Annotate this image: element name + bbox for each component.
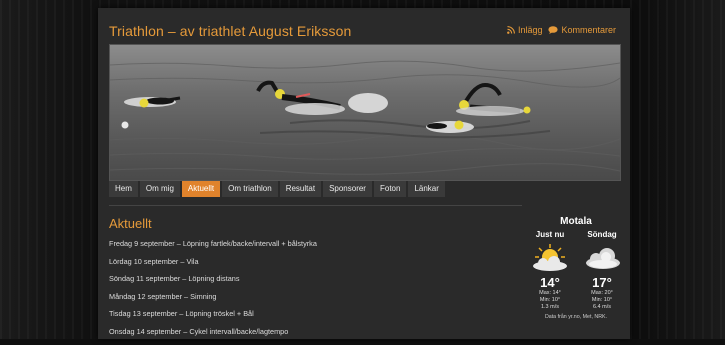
weather-temp: 17° [592, 275, 612, 290]
divider [109, 205, 522, 206]
posts-feed-label: Inlägg [517, 25, 543, 35]
nav-item-lankar[interactable]: Länkar [408, 181, 445, 197]
posts-feed-link[interactable]: Inlägg [507, 25, 543, 35]
weather-city: Motala [560, 216, 592, 227]
weather-sunday: Söndag 17° Max: 20° Min: 10° 6.4 m/s [576, 230, 628, 311]
weather-now: Just nu 14° Max: 14° Min: 10° 1.3 m/s [524, 230, 576, 311]
nav-item-aktuellt[interactable]: Aktuellt [181, 181, 221, 197]
swimmers-photo [110, 45, 620, 180]
list-item[interactable]: Måndag 12 september – Simning [109, 292, 519, 310]
list-item[interactable]: Onsdag 14 september – Cykel intervall/ba… [109, 327, 519, 345]
nav-item-resultat[interactable]: Resultat [279, 181, 322, 197]
feed-links: Inlägg Kommentarer [507, 25, 616, 35]
weather-wind: 6.4 m/s [592, 304, 612, 310]
comments-feed-link[interactable]: Kommentarer [548, 25, 616, 35]
weather-day-label: Söndag [587, 230, 617, 239]
nav-item-om-triathlon[interactable]: Om triathlon [222, 181, 278, 197]
weather-max: Max: 20° [591, 290, 613, 296]
weather-day-label: Just nu [535, 230, 565, 239]
page-container: Triathlon – av triathlet August Eriksson… [98, 8, 630, 339]
weather-source[interactable]: Data från yr.no, Met, NRK. [524, 314, 628, 320]
weather-max: Max: 14° [539, 290, 561, 296]
weather-temp: 14° [540, 275, 560, 290]
comment-bubble-icon [548, 26, 559, 34]
cloud-icon [586, 248, 620, 269]
weather-min: Min: 10° [539, 297, 561, 303]
weather-wind: 1.3 m/s [540, 304, 560, 310]
page-title: Aktuellt [109, 216, 152, 231]
list-item[interactable]: Fredag 9 september – Löpning fartlek/bac… [109, 239, 519, 257]
rss-icon [507, 26, 515, 34]
nav-item-foton[interactable]: Foton [373, 181, 407, 197]
nav-item-om-mig[interactable]: Om mig [139, 181, 180, 197]
comments-feed-label: Kommentarer [561, 25, 616, 35]
sun-cloud-icon [533, 244, 567, 271]
weather-widget: Motala Just nu 14° Max: 14° Min: 10° 1.3… [524, 216, 628, 320]
list-item[interactable]: Tisdag 13 september – Löpning tröskel + … [109, 309, 519, 327]
list-item[interactable]: Lördag 10 september – Vila [109, 257, 519, 275]
header-photo-swimmers [109, 44, 621, 181]
nav-item-sponsorer[interactable]: Sponsorer [323, 181, 372, 197]
weather-min: Min: 10° [591, 297, 613, 303]
post-list: Fredag 9 september – Löpning fartlek/bac… [109, 239, 519, 345]
site-title[interactable]: Triathlon – av triathlet August Eriksson [109, 23, 351, 39]
list-item[interactable]: Söndag 11 september – Löpning distans [109, 274, 519, 292]
nav-item-hem[interactable]: Hem [109, 181, 138, 197]
main-nav: Hem Om mig Aktuellt Om triathlon Resulta… [109, 181, 445, 197]
